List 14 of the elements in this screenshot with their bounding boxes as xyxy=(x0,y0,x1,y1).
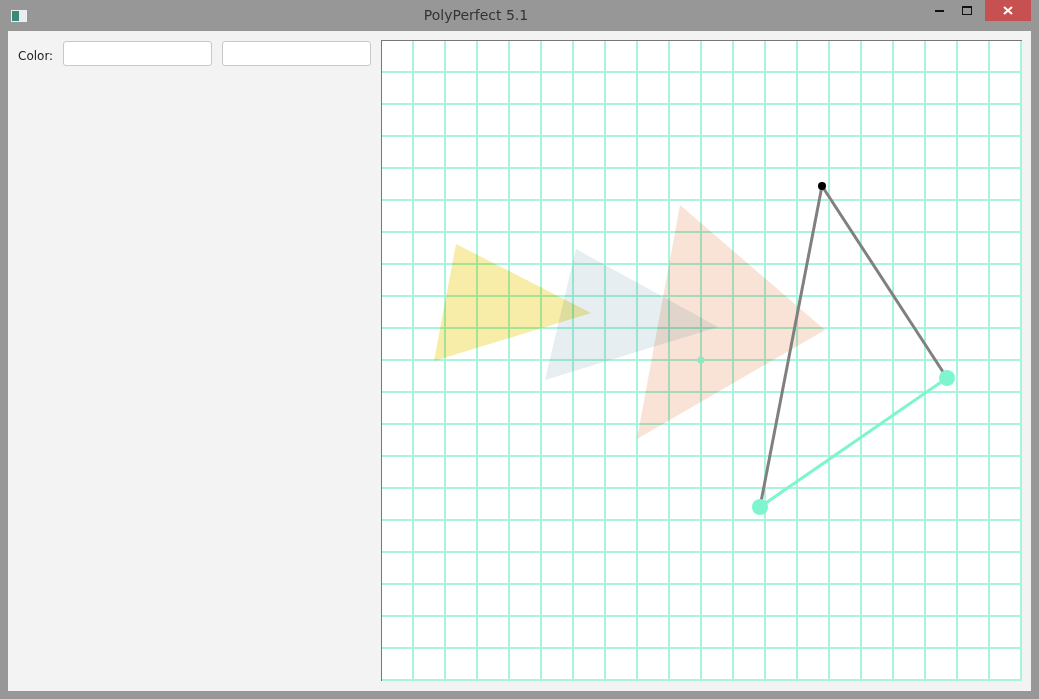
triangle-shape[interactable] xyxy=(637,205,825,439)
close-icon xyxy=(1003,6,1013,15)
color-input-field[interactable] xyxy=(63,41,213,66)
app-icon xyxy=(11,9,27,22)
color-input-field[interactable] xyxy=(222,41,372,66)
center-point xyxy=(697,356,705,364)
window-title: PolyPerfect 5.1 xyxy=(422,6,530,25)
maximize-icon xyxy=(962,6,972,15)
color-label: Color: xyxy=(18,48,54,65)
minimize-icon xyxy=(934,9,944,12)
vertex-handle[interactable] xyxy=(752,499,768,515)
vertex-handle[interactable] xyxy=(818,182,826,190)
close-button[interactable] xyxy=(985,0,1031,21)
vertex-handle[interactable] xyxy=(939,370,955,386)
